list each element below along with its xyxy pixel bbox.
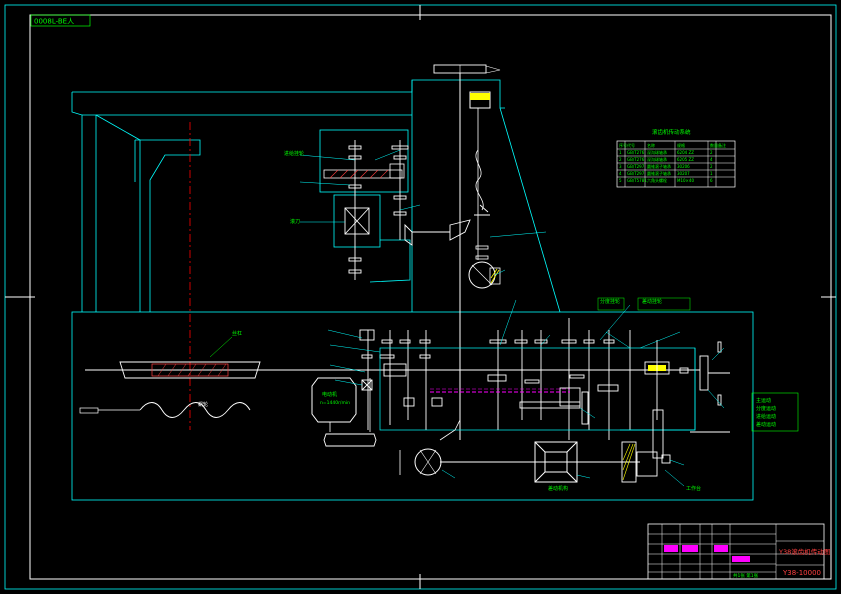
table-cell: 深沟球轴承 [647, 149, 667, 155]
drawing-number: Y38-10000 [782, 569, 821, 577]
parts-table: 滚齿机传动系统 序号 代号 名称 规格 数量 备注 1 GB/T276 深沟球轴承 6204 ZZ… [616, 128, 736, 188]
table-cell: 6205 ZZ [677, 157, 694, 162]
differential-unit: 差动机构 [534, 441, 578, 492]
table-cell: 1 [619, 150, 622, 155]
notes-box: 主运动 分度运动 进给运动 差动运动 [751, 392, 799, 432]
callout-labels: 分度挂轮 差动挂轮 进给挂轮 滚刀 工作台 [284, 150, 701, 492]
table-cell: 圆锥滚子轴承 [647, 170, 671, 176]
differential-label: 差动机构 [548, 485, 568, 492]
sheet-border [4, 4, 837, 590]
hob-head-box [319, 129, 411, 283]
centering-marks [5, 5, 836, 589]
table-cell: 1 [710, 171, 713, 176]
table-cell: 3 [619, 164, 622, 169]
sheet-info: 共1张 第1张 [733, 572, 759, 579]
table-cell: M10×40 [677, 178, 694, 183]
table-cell: 6 [710, 178, 713, 183]
table-header-cell: 代号 [627, 142, 635, 148]
table-cell: GB/T5781 [627, 178, 647, 183]
motor-spec: n=1440r/min [320, 400, 350, 406]
table-cell: GB/T276 [627, 157, 645, 162]
note-index: 分度运动 [756, 405, 776, 412]
right-guard [620, 348, 696, 431]
leader-lines [299, 149, 725, 487]
hob-shaft-hatch [323, 163, 405, 179]
feed-screw-label: 丝杠 [232, 330, 242, 337]
table-cell: GB/T297 [627, 164, 645, 169]
table-cell: 30207 [677, 171, 690, 176]
hob-spindle-gears [344, 140, 409, 280]
work-table-label: 工作台 [686, 485, 701, 492]
note-speed: 主运动 [756, 397, 771, 404]
table-cell: 深沟球轴承 [647, 156, 667, 162]
note-diff: 差动运动 [756, 421, 776, 428]
table-cell: 6204 ZZ [677, 150, 694, 155]
table-cell: 4 [619, 171, 622, 176]
table-header-cell: 备注 [718, 142, 726, 148]
drawing-name: Y38滚齿机传动图 [778, 547, 830, 556]
machine-column [71, 79, 561, 313]
flex-shaft [475, 149, 484, 211]
table-header-cell: 数量 [710, 142, 718, 148]
highlight-block [470, 93, 490, 100]
table-cell: 5 [619, 178, 622, 183]
feed-change-gears-label: 进给挂轮 [284, 150, 304, 157]
drawing-canvas: 0008L-BE人 滚齿机传动系统 序号 代号 名称 规格 数量 备注1 GB/… [4, 4, 837, 590]
clutch [468, 245, 501, 289]
worm-thread: 蜗轮 [79, 401, 251, 418]
table-cell: 2 [619, 157, 622, 162]
table-header-cell: 序号 [619, 142, 627, 148]
table-cell: GB/T297 [627, 171, 645, 176]
table-cell: 4 [710, 157, 713, 162]
parts-table-title: 滚齿机传动系统 [652, 128, 691, 136]
inner-gearbox-box [379, 347, 696, 431]
worm-wheel-label: 蜗轮 [198, 401, 208, 408]
change-gears-label-2: 差动挂轮 [642, 298, 662, 305]
hob-label: 滚刀 [290, 218, 300, 225]
table-header-cell: 名称 [647, 142, 655, 148]
bottom-worm [399, 419, 461, 476]
table-cell: 圆锥滚子轴承 [647, 163, 671, 169]
table-cell: 2 [710, 164, 713, 169]
work-table-drive [621, 340, 730, 483]
stamp-text: 0008L-BE人 [34, 18, 74, 26]
table-cell: GB/T276 [627, 150, 645, 155]
table-cell: 30206 [677, 164, 690, 169]
table-header-cell: 规格 [677, 142, 685, 148]
table-cell: 六角头螺栓 [647, 177, 667, 183]
title-block: Y38滚齿机传动图 Y38-10000 共1张 第1张 [647, 523, 830, 580]
change-gears-label-1: 分度挂轮 [600, 298, 620, 305]
top-motor [433, 64, 501, 109]
gearbox-gears [359, 329, 619, 425]
bevel-gears [404, 204, 490, 246]
table-cell: 2 [710, 150, 713, 155]
motor-label: 电动机 [322, 391, 337, 398]
main-motor: 电动机 n=1440r/min [311, 377, 377, 447]
note-feed: 进给运动 [756, 413, 776, 420]
gearbox-shafts [367, 318, 631, 440]
